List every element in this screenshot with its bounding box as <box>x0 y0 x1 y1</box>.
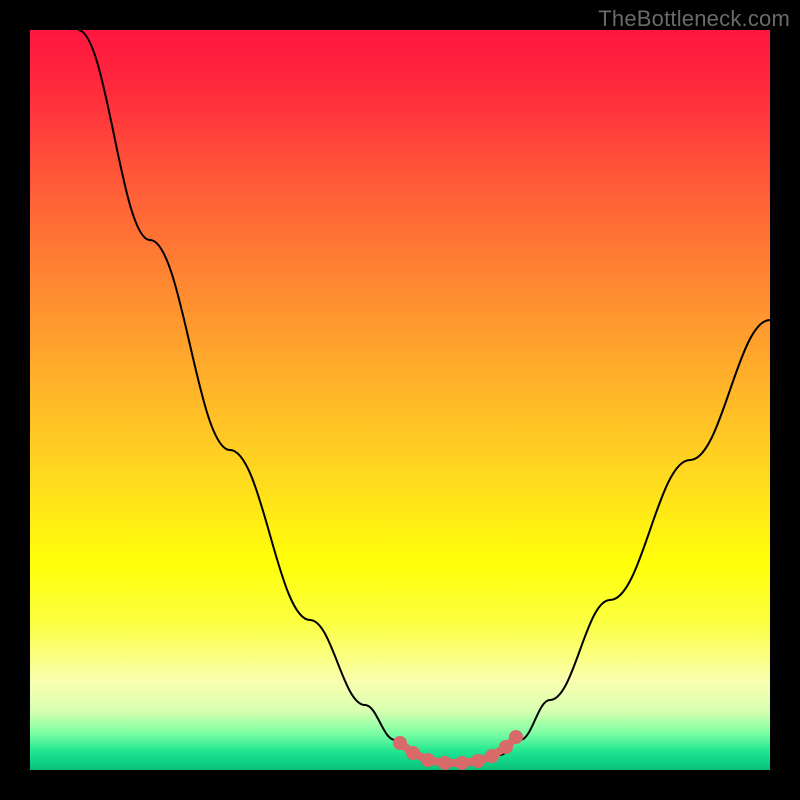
chart-plot-area <box>30 30 770 770</box>
highlight-dot <box>393 736 407 750</box>
highlight-dot <box>485 749 499 763</box>
highlight-dot <box>421 753 435 767</box>
highlight-dot <box>438 756 452 770</box>
flat-bottom-highlight <box>393 730 523 770</box>
highlight-dot <box>406 746 420 760</box>
watermark-text: TheBottleneck.com <box>598 6 790 32</box>
bottleneck-curve <box>78 30 770 763</box>
highlight-dot <box>509 730 523 744</box>
highlight-dot <box>471 754 485 768</box>
chart-frame: TheBottleneck.com <box>0 0 800 800</box>
highlight-dot <box>455 756 469 770</box>
highlight-dot <box>499 740 513 754</box>
chart-svg <box>30 30 770 770</box>
